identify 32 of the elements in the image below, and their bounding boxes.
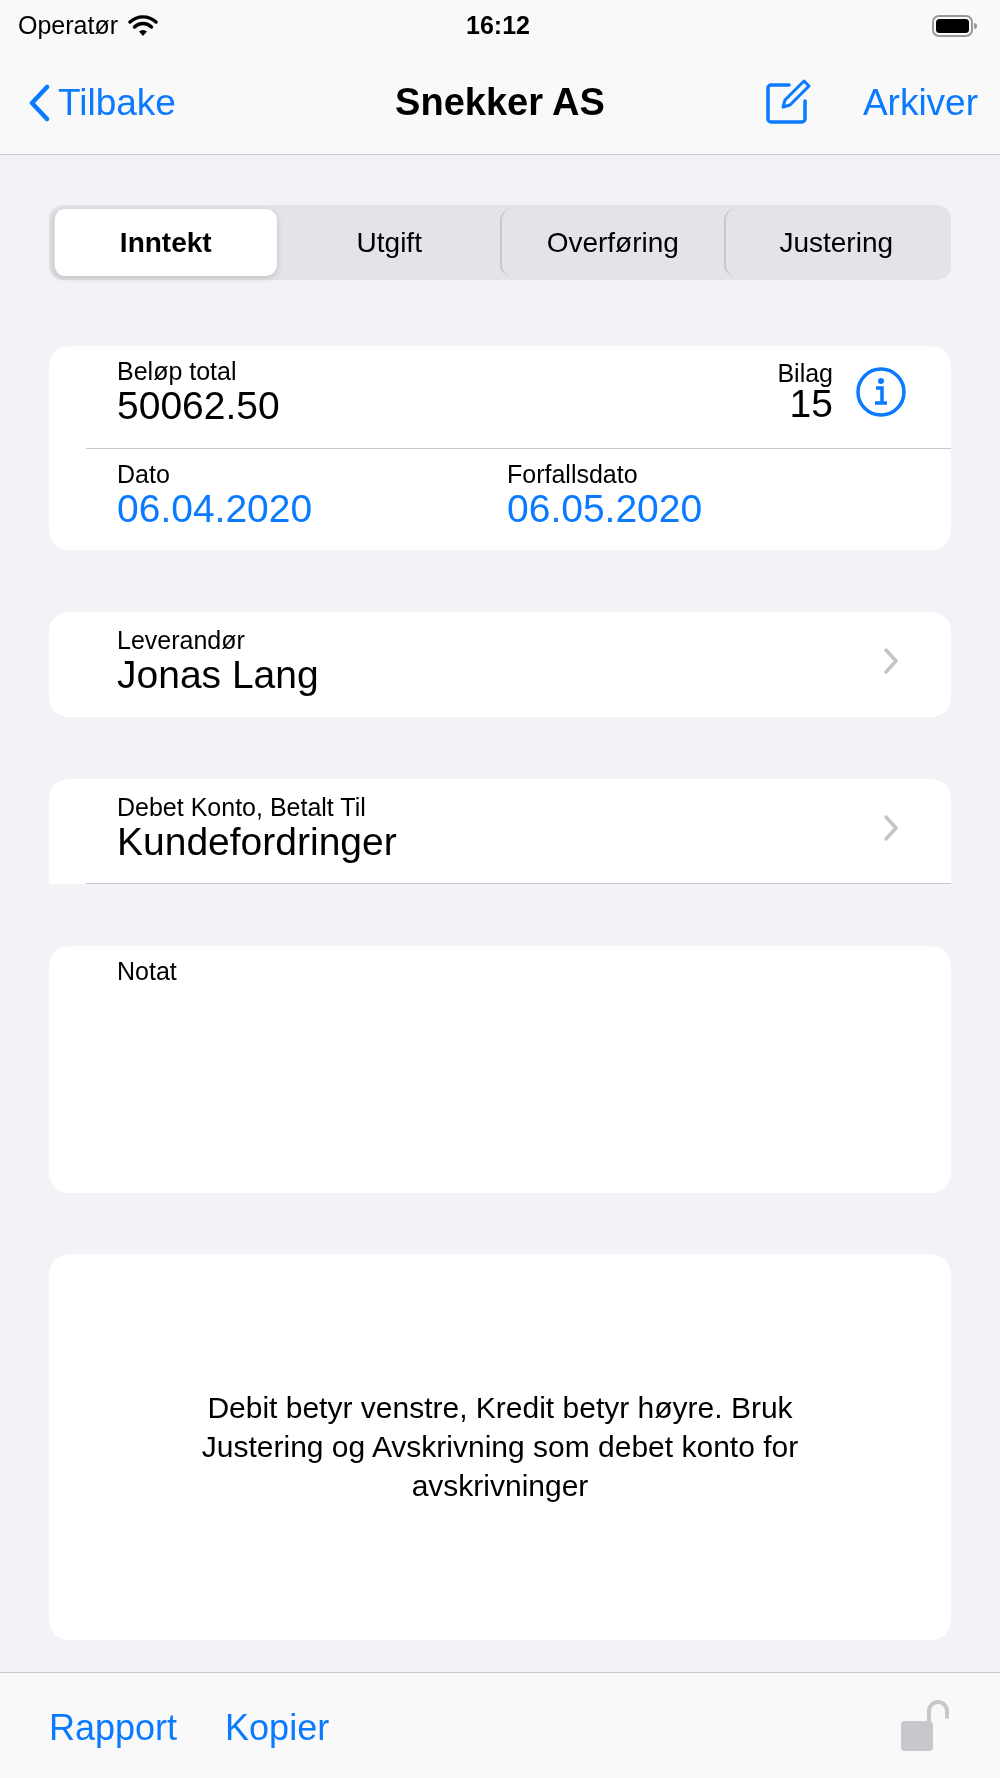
toolbar-button[interactable]: Kopier xyxy=(225,1707,330,1749)
field-label: Forfallsdato xyxy=(507,461,639,489)
chevron-icon xyxy=(883,814,899,843)
archive-button[interactable]: Arkiver xyxy=(862,81,978,124)
selection-row[interactable]: Debet Konto, Betalt Til Kundefordringer xyxy=(49,778,951,884)
carrier-name: Operatør xyxy=(18,11,119,40)
amount-value[interactable]: 50062.50 xyxy=(117,385,280,427)
back-chevron-icon xyxy=(28,83,50,122)
due-date-value[interactable]: 06.05.2020 xyxy=(507,488,703,530)
chevron-icon xyxy=(883,647,899,676)
clock-time: 16:12 xyxy=(466,11,530,40)
segment-tab[interactable]: Utgift xyxy=(276,209,500,276)
segment-tab[interactable]: Justering xyxy=(723,209,947,276)
field-label: Notat xyxy=(117,957,178,986)
field-label: Dato xyxy=(117,461,171,489)
toolbar-button[interactable]: Rapport xyxy=(49,1707,178,1749)
note-field[interactable]: Notat xyxy=(49,945,951,1193)
field-value: Kundefordringer xyxy=(117,821,397,863)
selection-row[interactable]: Leverandør Jonas Lang xyxy=(49,611,951,717)
wifi-icon xyxy=(128,14,159,37)
field-label: Debet Konto, Betalt Til xyxy=(117,794,367,822)
info-icon[interactable] xyxy=(855,366,907,419)
field-value: Jonas Lang xyxy=(117,654,319,696)
battery-icon xyxy=(932,14,978,37)
field-label: Beløp total xyxy=(117,358,238,386)
segment-tab[interactable]: Overføring xyxy=(500,209,724,276)
hint-text: Debit betyr venstre, Kredit betyr høyre. Bruk Justering og Avskrivning som debet konto for avskrivninger xyxy=(200,1390,800,1505)
back-button[interactable]: Tilbake xyxy=(28,81,176,124)
date-value[interactable]: 06.04.2020 xyxy=(117,488,507,530)
field-label: Leverandør xyxy=(117,627,246,655)
screen-title: Snekker AS xyxy=(395,81,605,124)
segment-tab[interactable]: Inntekt xyxy=(53,209,277,276)
